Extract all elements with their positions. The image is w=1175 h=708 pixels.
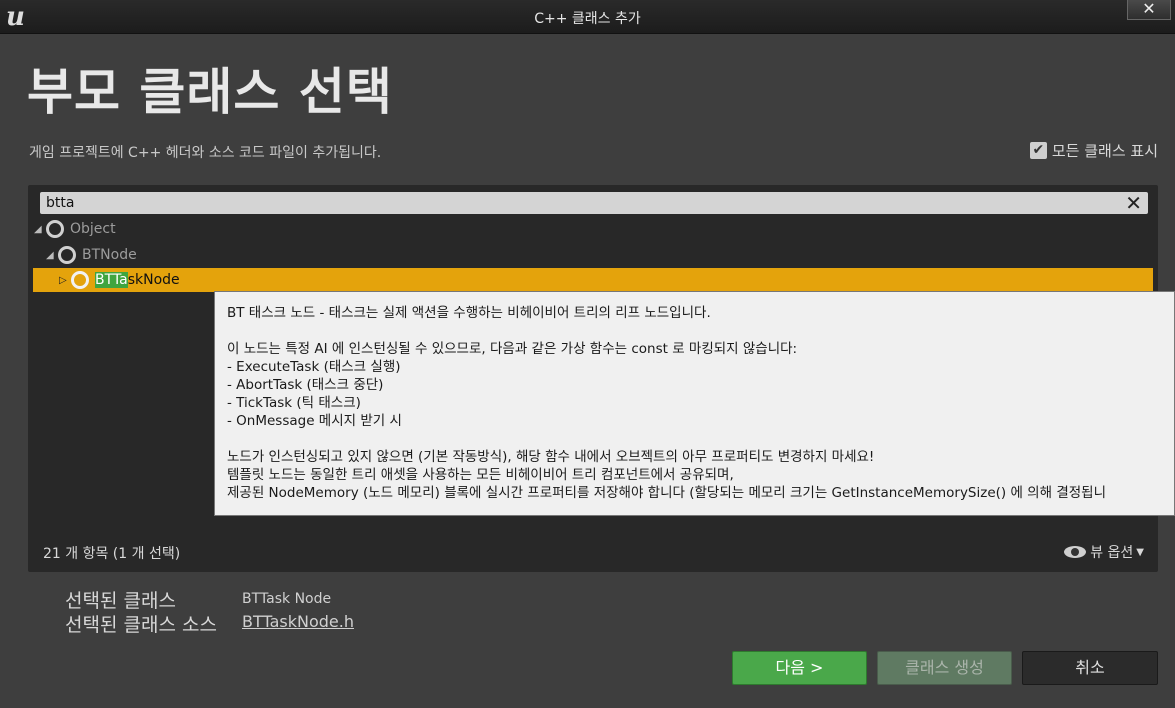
tree-item-bttasknode[interactable]: ▷ BTTaskNode xyxy=(33,268,1153,292)
close-button[interactable]: ✕ xyxy=(1127,0,1171,20)
tree-item-label: BTNode xyxy=(82,247,137,263)
create-class-button[interactable]: 클래스 생성 xyxy=(877,651,1012,685)
clear-search-icon[interactable]: ✕ xyxy=(1125,191,1142,215)
eye-icon xyxy=(1064,546,1087,558)
selected-class-value: BTTask Node xyxy=(242,591,332,607)
tooltip-line: - TickTask (틱 태스크) xyxy=(227,395,361,411)
tooltip-line: 노드가 인스턴싱되고 있지 않으면 (기본 작동방식), 해당 함수 내에서 오… xyxy=(227,449,875,465)
selected-class-source-label: 선택된 클래스 소스 xyxy=(65,614,217,636)
view-options-label: 뷰 옵션 xyxy=(1090,545,1134,561)
class-tooltip: BT 태스크 노드 - 태스크는 실제 액션을 수행하는 비헤이비어 트리의 리… xyxy=(214,291,1175,516)
checkbox-checked-icon[interactable]: ✔ xyxy=(1029,142,1047,159)
class-circle-icon xyxy=(46,220,64,238)
search-input[interactable] xyxy=(46,194,1106,212)
selected-class-source-link[interactable]: BTTaskNode.h xyxy=(242,612,354,631)
show-all-classes-toggle[interactable]: ✔ 모든 클래스 표시 xyxy=(1029,140,1158,161)
tooltip-line: - AbortTask (태스크 중단) xyxy=(227,377,384,393)
tree-item-object[interactable]: ◢ Object xyxy=(34,217,116,241)
chevron-down-icon: ▼ xyxy=(1136,546,1144,558)
cancel-button[interactable]: 취소 xyxy=(1022,651,1158,685)
tooltip-line: - ExecuteTask (태스크 실행) xyxy=(227,359,401,375)
class-circle-icon xyxy=(71,271,89,289)
search-box[interactable]: ✕ xyxy=(40,191,1148,215)
expanded-arrow-icon[interactable]: ◢ xyxy=(46,250,56,261)
tooltip-line: 템플릿 노드는 동일한 트리 애셋을 사용하는 모든 비헤이비어 트리 컴포넌트… xyxy=(227,467,734,483)
next-button[interactable]: 다음 > xyxy=(732,651,867,685)
tooltip-line: - OnMessage 메시지 받기 시 xyxy=(227,413,402,429)
view-options-button[interactable]: 뷰 옵션 ▼ xyxy=(1064,542,1144,562)
tree-item-label: BTTaskNode xyxy=(95,272,180,288)
search-match-highlight: BTTa xyxy=(95,272,128,288)
tooltip-line: BT 태스크 노드 - 태스크는 실제 액션을 수행하는 비헤이비어 트리의 리… xyxy=(227,305,711,321)
selected-class-label: 선택된 클래스 xyxy=(65,590,176,612)
class-circle-icon xyxy=(58,246,76,264)
collapsed-arrow-icon[interactable]: ▷ xyxy=(59,275,69,286)
window-title: C++ 클래스 추가 xyxy=(534,11,641,27)
tree-item-label-rest: skNode xyxy=(127,272,180,288)
page-description: 게임 프로젝트에 C++ 헤더와 소스 코드 파일이 추가됩니다. xyxy=(29,145,382,161)
tree-item-label: Object xyxy=(70,221,116,237)
title-bar: u C++ 클래스 추가 ✕ xyxy=(0,0,1175,34)
tooltip-line: 제공된 NodeMemory (노드 메모리) 블록에 실시간 프로퍼티를 저장… xyxy=(227,485,1106,501)
tooltip-line: 이 노드는 특정 AI 에 인스턴싱될 수 있으므로, 다음과 같은 가상 함수… xyxy=(227,341,798,357)
item-count: 21 개 항목 (1 개 선택) xyxy=(43,546,181,562)
expanded-arrow-icon[interactable]: ◢ xyxy=(34,224,44,235)
page-title: 부모 클래스 선택 xyxy=(27,63,393,121)
tree-item-btnode[interactable]: ◢ BTNode xyxy=(46,243,137,267)
show-all-classes-label: 모든 클래스 표시 xyxy=(1051,142,1158,160)
